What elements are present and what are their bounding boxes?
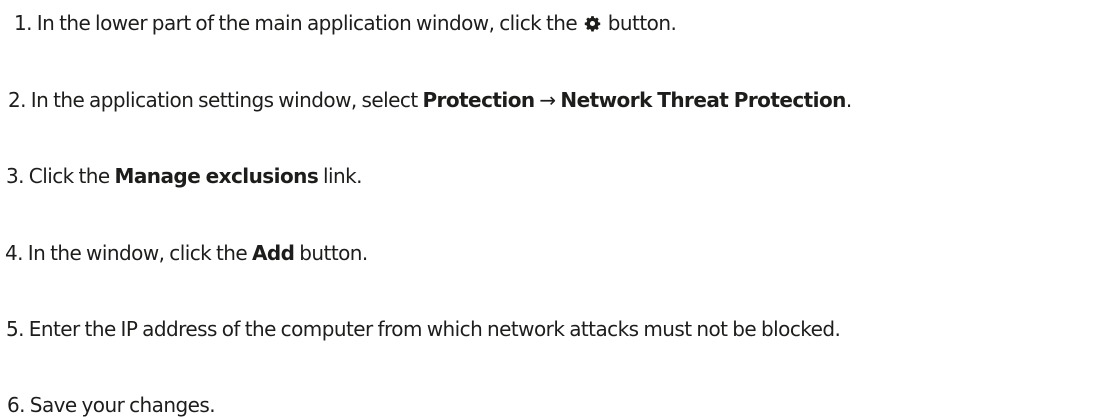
- step-text: In the lower part of the main applicatio…: [36, 11, 578, 35]
- settings-subsection-name: Network Threat Protection: [560, 88, 846, 112]
- step-text-end: button.: [607, 11, 677, 35]
- step-number: 3.: [6, 164, 25, 188]
- step-number: 4.: [5, 241, 24, 265]
- step-5: 5. Enter the IP address of the computer …: [6, 317, 841, 341]
- gear-icon: [584, 16, 601, 32]
- step-number: 1.: [14, 11, 33, 35]
- button-name: Add: [251, 241, 295, 265]
- settings-section-name: Protection: [422, 88, 535, 112]
- step-text-end: link.: [323, 164, 363, 188]
- step-3: 3. Click the Manage exclusions link.: [6, 164, 363, 188]
- step-text: Click the: [28, 164, 110, 188]
- step-2: 2. In the application settings window, s…: [8, 88, 852, 112]
- step-number: 2.: [8, 88, 27, 112]
- step-text: Save your changes.: [29, 393, 216, 417]
- step-number: 6.: [7, 393, 26, 417]
- step-4: 4. In the window, click the Add button.: [5, 241, 368, 265]
- link-name: Manage exclusions: [114, 164, 319, 188]
- arrow-separator: →: [539, 88, 556, 112]
- step-6: 6. Save your changes.: [7, 393, 216, 417]
- instruction-steps: 1. In the lower part of the main applica…: [0, 0, 1105, 417]
- step-1: 1. In the lower part of the main applica…: [14, 11, 677, 35]
- step-text: In the application settings window, sele…: [30, 88, 418, 112]
- step-text: In the window, click the: [27, 241, 248, 265]
- step-number: 5.: [6, 317, 25, 341]
- step-text: Enter the IP address of the computer fro…: [28, 317, 841, 341]
- step-text-end: button.: [299, 241, 368, 265]
- step-text-end: .: [845, 88, 852, 112]
